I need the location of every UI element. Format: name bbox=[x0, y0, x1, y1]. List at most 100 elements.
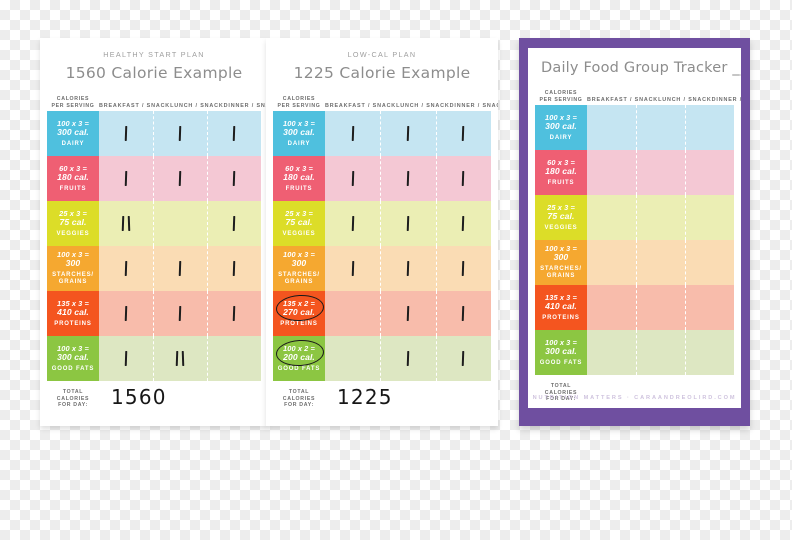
tracker-title-text: Daily Food Group Tracker bbox=[541, 60, 728, 76]
tracker-date-blanks[interactable]: __/__/__ bbox=[732, 60, 741, 76]
calories-formula: 100 x 2 = 200 cal. bbox=[283, 344, 315, 362]
meal-cells bbox=[325, 156, 491, 201]
tally-cell-dinner[interactable] bbox=[685, 330, 734, 375]
tally-cell-breakfast[interactable] bbox=[99, 156, 153, 201]
tally-cell-dinner[interactable] bbox=[207, 336, 261, 381]
tally-cell-breakfast[interactable] bbox=[587, 195, 636, 240]
tally-cell-lunch[interactable] bbox=[636, 285, 685, 330]
tally-cell-lunch[interactable] bbox=[636, 240, 685, 285]
tally-cell-lunch[interactable] bbox=[636, 105, 685, 150]
tally-cell-dinner[interactable] bbox=[685, 105, 734, 150]
plan-title: 1225 Calorie Example bbox=[293, 64, 471, 82]
calories-formula: 100 x 3 = 300 cal. bbox=[57, 344, 89, 362]
totals-label-line1: TOTAL bbox=[288, 389, 310, 395]
tally-cell-dinner[interactable] bbox=[685, 195, 734, 240]
tally-cell-breakfast[interactable] bbox=[325, 336, 380, 381]
tally-mark bbox=[232, 215, 236, 231]
header-breakfast: BREAKFAST / SNACK bbox=[325, 103, 397, 109]
tally-cell-breakfast[interactable] bbox=[99, 201, 153, 246]
tally-cell-lunch[interactable] bbox=[153, 201, 207, 246]
header-breakfast: BREAKFAST / SNACK bbox=[99, 103, 171, 109]
tally-cell-lunch[interactable] bbox=[380, 246, 435, 291]
header-calories-per-serving: CALORIES PER SERVING bbox=[47, 96, 99, 109]
tally-cell-breakfast[interactable] bbox=[587, 330, 636, 375]
food-group-row: 100 x 2 = 200 cal. GOOD FATS bbox=[273, 336, 491, 381]
panel-healthy-start-plan: HEALTHY START PLAN 1560 Calorie Example … bbox=[40, 38, 268, 426]
food-group-row: 25 x 3 = 75 cal. VEGGIES bbox=[273, 201, 491, 246]
tally-cell-breakfast[interactable] bbox=[325, 201, 380, 246]
tally-mark bbox=[406, 125, 410, 141]
tally-cell-dinner[interactable] bbox=[207, 201, 261, 246]
tally-marks bbox=[232, 170, 236, 186]
tally-cell-dinner[interactable] bbox=[685, 285, 734, 330]
tally-mark bbox=[178, 125, 182, 141]
calories-cell: 60 x 3 = 180 cal. FRUITS bbox=[273, 156, 325, 201]
tally-cell-lunch[interactable] bbox=[153, 291, 207, 336]
tally-cell-breakfast[interactable] bbox=[325, 111, 380, 156]
tally-cell-breakfast[interactable] bbox=[587, 150, 636, 195]
total-calories-value[interactable]: 1560 bbox=[99, 386, 261, 408]
tally-cell-breakfast[interactable] bbox=[587, 240, 636, 285]
tally-cell-dinner[interactable] bbox=[435, 111, 491, 156]
tally-cell-breakfast[interactable] bbox=[587, 105, 636, 150]
tally-cell-lunch[interactable] bbox=[380, 291, 435, 336]
panel-daily-food-group-tracker: Daily Food Group Tracker __/__/__ CALORI… bbox=[519, 38, 750, 426]
tally-marks bbox=[406, 260, 410, 276]
totals-label-line1: TOTAL bbox=[62, 389, 84, 395]
food-group-name: GOOD FATS bbox=[539, 359, 583, 366]
tally-cell-dinner[interactable] bbox=[435, 246, 491, 291]
tally-cell-lunch[interactable] bbox=[380, 111, 435, 156]
tally-marks bbox=[124, 170, 128, 186]
tally-cell-breakfast[interactable] bbox=[99, 336, 153, 381]
tally-marks bbox=[351, 125, 354, 141]
tally-cell-lunch[interactable] bbox=[380, 201, 435, 246]
tally-cell-dinner[interactable] bbox=[435, 156, 491, 201]
tally-cell-breakfast[interactable] bbox=[587, 285, 636, 330]
tally-cell-lunch[interactable] bbox=[380, 156, 435, 201]
formula-result: 75 cal. bbox=[547, 210, 575, 221]
tally-marks bbox=[124, 260, 128, 276]
tally-cell-dinner[interactable] bbox=[207, 111, 261, 156]
food-group-row: 60 x 3 = 180 cal. FRUITS bbox=[273, 156, 491, 201]
tally-mark bbox=[406, 305, 410, 321]
tally-cell-lunch[interactable] bbox=[153, 246, 207, 291]
tally-cell-breakfast[interactable] bbox=[99, 111, 153, 156]
tally-cell-breakfast[interactable] bbox=[325, 291, 380, 336]
tally-cell-lunch[interactable] bbox=[636, 195, 685, 240]
tally-cell-breakfast[interactable] bbox=[325, 246, 380, 291]
tally-cell-breakfast[interactable] bbox=[99, 246, 153, 291]
food-group-name: VEGGIES bbox=[282, 230, 316, 237]
tally-cell-dinner[interactable] bbox=[207, 156, 261, 201]
tally-marks bbox=[124, 350, 128, 366]
worksheet-stage: HEALTHY START PLAN 1560 Calorie Example … bbox=[0, 0, 792, 540]
meal-cells bbox=[325, 201, 491, 246]
tally-cell-lunch[interactable] bbox=[636, 150, 685, 195]
tally-cell-breakfast[interactable] bbox=[325, 156, 380, 201]
tally-cell-lunch[interactable] bbox=[380, 336, 435, 381]
tally-cell-dinner[interactable] bbox=[435, 201, 491, 246]
tally-cell-dinner[interactable] bbox=[435, 336, 491, 381]
tally-mark bbox=[124, 305, 128, 321]
tally-cell-dinner[interactable] bbox=[207, 246, 261, 291]
calories-cell: 25 x 3 = 75 cal. VEGGIES bbox=[273, 201, 325, 246]
tally-cell-lunch[interactable] bbox=[153, 336, 207, 381]
total-calories-value[interactable]: 1225 bbox=[325, 386, 491, 408]
tally-cell-dinner[interactable] bbox=[435, 291, 491, 336]
food-group-row: 60 x 3 = 180 cal. FRUITS bbox=[535, 150, 734, 195]
food-group-name: FRUITS bbox=[59, 185, 87, 192]
tally-marks bbox=[124, 305, 128, 321]
tally-cell-lunch[interactable] bbox=[636, 330, 685, 375]
column-headers: CALORIES PER SERVING BREAKFAST / SNACK L… bbox=[273, 89, 498, 111]
tracker-title: Daily Food Group Tracker __/__/__ bbox=[535, 48, 741, 83]
tally-cell-lunch[interactable] bbox=[153, 156, 207, 201]
food-group-name: PROTEINS bbox=[280, 320, 318, 327]
tally-marks bbox=[121, 215, 131, 231]
tally-cell-lunch[interactable] bbox=[153, 111, 207, 156]
meal-cells bbox=[99, 201, 261, 246]
calories-cell: 135 x 3 = 410 cal. PROTEINS bbox=[47, 291, 99, 336]
tally-cell-breakfast[interactable] bbox=[99, 291, 153, 336]
tally-cell-dinner[interactable] bbox=[207, 291, 261, 336]
tally-cell-dinner[interactable] bbox=[685, 150, 734, 195]
tally-cell-dinner[interactable] bbox=[685, 240, 734, 285]
calories-cell: 100 x 2 = 200 cal. GOOD FATS bbox=[273, 336, 325, 381]
